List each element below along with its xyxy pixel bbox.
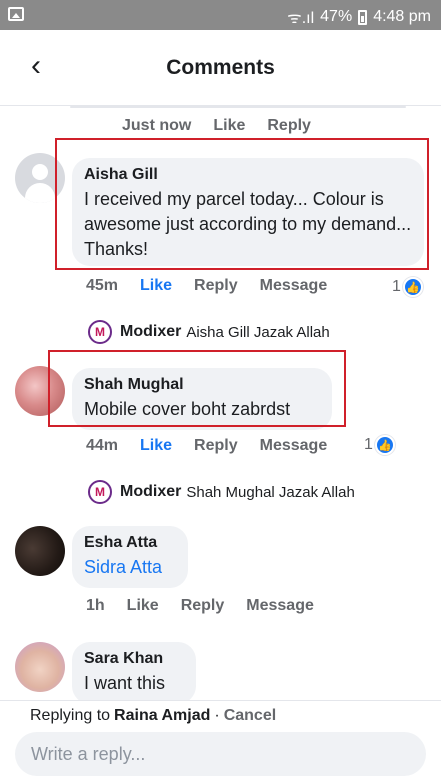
cancel-reply-button[interactable]: Cancel	[224, 707, 276, 725]
clock: 4:48 pm	[373, 8, 431, 25]
battery-level: 47%	[320, 8, 353, 25]
page-logo-icon: M	[88, 320, 112, 344]
reply-button[interactable]: Reply	[181, 597, 225, 615]
avatar[interactable]	[15, 526, 65, 576]
page-title: Comments	[166, 56, 275, 79]
reply-author: Modixer	[120, 323, 182, 340]
previous-comment-edge	[70, 106, 406, 108]
reply-preview[interactable]: M Modixer Shah Mughal Jazak Allah	[88, 480, 355, 504]
wifi-signal-icon: ᯤ.ıl	[287, 10, 315, 27]
comment-author[interactable]: Esha Atta	[84, 534, 176, 552]
comment-thread[interactable]: Just now Like Reply Aisha Gill I receive…	[0, 106, 441, 700]
reply-author: Modixer	[120, 483, 182, 500]
highlight-box	[55, 138, 429, 270]
like-button[interactable]: Like	[140, 277, 172, 295]
comment-time: 1h	[86, 597, 105, 614]
comment-time: 45m	[86, 277, 119, 294]
status-bar: ᯤ.ıl 47% 4:48 pm	[0, 0, 441, 30]
reply-button[interactable]: Reply	[194, 437, 238, 455]
reaction-count[interactable]: 1 👍	[364, 435, 395, 455]
replying-target: Raina Amjad	[114, 707, 211, 724]
reaction-count[interactable]: 1 👍	[392, 277, 423, 297]
comment-time: 44m	[86, 437, 119, 454]
comment-bubble[interactable]: Sara Khan I want this	[72, 642, 196, 700]
comment-actions: 45m Like Reply Message	[86, 277, 349, 295]
app-bar: ‹ Comments	[0, 30, 441, 106]
comment-bubble[interactable]: Esha Atta Sidra Atta	[72, 526, 188, 588]
like-button[interactable]: Like	[127, 597, 159, 615]
battery-icon	[358, 9, 368, 25]
message-button[interactable]: Message	[246, 597, 314, 615]
previous-comment-actions: Just now Like Reply	[122, 117, 333, 135]
reaction-number: 1	[392, 278, 401, 295]
separator: ·	[214, 707, 220, 724]
avatar[interactable]	[15, 642, 65, 692]
message-button[interactable]: Message	[260, 277, 328, 295]
thumbs-up-icon: 👍	[374, 435, 395, 455]
reply-text: Aisha Gill Jazak Allah	[186, 323, 330, 341]
reply-button[interactable]: Reply	[267, 117, 311, 135]
comment-author[interactable]: Sara Khan	[84, 650, 184, 668]
page-logo-icon: M	[88, 480, 112, 504]
replying-label: Replying to	[30, 707, 111, 724]
comment-actions: 44m Like Reply Message	[86, 437, 349, 455]
reply-text: Shah Mughal Jazak Allah	[186, 483, 355, 501]
like-button[interactable]: Like	[213, 117, 245, 135]
reply-button[interactable]: Reply	[194, 277, 238, 295]
like-button[interactable]: Like	[140, 437, 172, 455]
comment-time: Just now	[122, 117, 192, 134]
image-notification-icon	[8, 7, 24, 21]
mentioned-user-link[interactable]: Sidra Atta	[84, 555, 176, 580]
reply-composer: Replying to Raina Amjad · Cancel	[0, 700, 441, 784]
comment-actions: 1h Like Reply Message	[86, 597, 336, 615]
reaction-number: 1	[364, 436, 373, 453]
highlight-box	[48, 350, 346, 427]
thumbs-up-icon: 👍	[402, 277, 423, 297]
reply-input[interactable]	[15, 732, 426, 776]
message-button[interactable]: Message	[260, 437, 328, 455]
reply-preview[interactable]: M Modixer Aisha Gill Jazak Allah	[88, 320, 330, 344]
comment-text: I want this	[84, 673, 166, 693]
replying-to-bar: Replying to Raina Amjad · Cancel	[30, 707, 276, 725]
